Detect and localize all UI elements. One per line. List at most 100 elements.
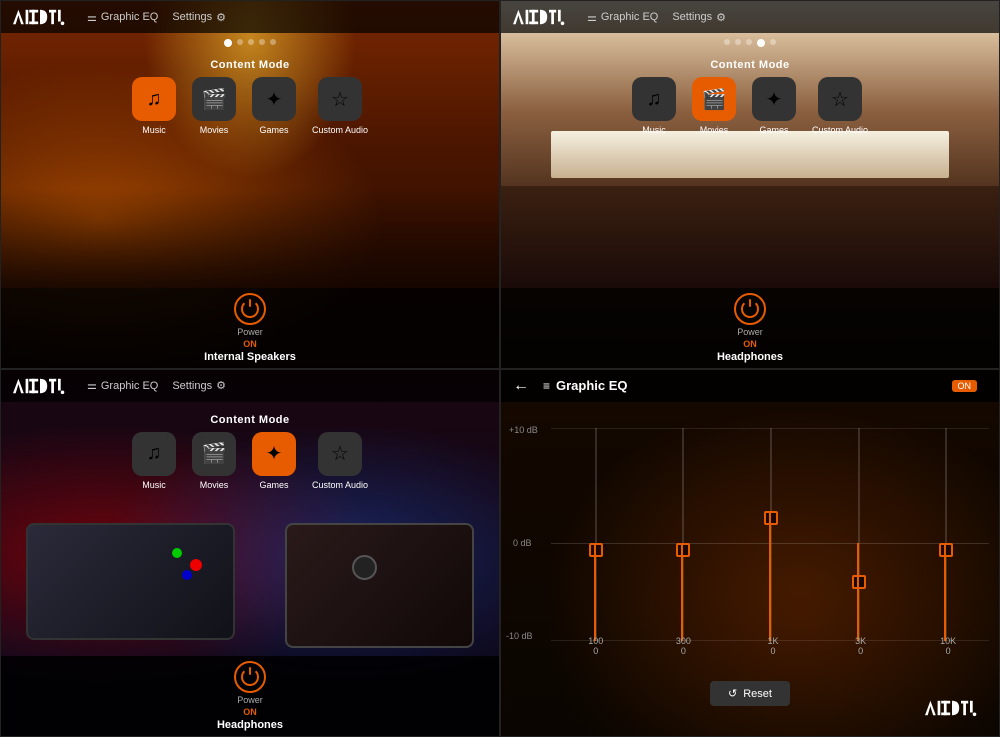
nav-dot-3[interactable]	[248, 39, 254, 45]
eq-freq-label-3k: 3K	[850, 636, 872, 646]
mode-btn-games-1[interactable]: ✦ Games	[252, 77, 296, 135]
eq-bars-icon-movies: ⚌	[587, 11, 597, 24]
eq-bars-icon-games: ⚌	[87, 379, 97, 392]
panel-music: ⚌ Graphic EQ Settings ⚙ Content Mode ♫ M…	[0, 0, 500, 369]
panel-eq: ← ≡ Graphic EQ ON +10 dB 0 dB -10 dB 100…	[500, 369, 1000, 737]
device-label-games: Headphones	[217, 719, 283, 731]
mode-btn-music-2[interactable]: ♫ Music	[632, 77, 676, 135]
reset-label: Reset	[743, 688, 772, 700]
graphic-eq-nav-movies[interactable]: ⚌ Graphic EQ	[587, 11, 658, 24]
mode-label-movies-active: Movies	[700, 125, 729, 135]
mode-label-music-3: Music	[142, 480, 166, 490]
eq-handle-1k[interactable]	[764, 511, 778, 525]
nav-dot-m4[interactable]	[757, 39, 765, 47]
nav-dot-5[interactable]	[270, 39, 276, 45]
mode-icon-music-3: ♫	[132, 432, 176, 476]
mode-label-movies-3: Movies	[200, 480, 229, 490]
header-nav-music: ⚌ Graphic EQ Settings ⚙	[87, 11, 226, 24]
mode-label-games-1: Games	[259, 125, 288, 135]
nav-dot-m5[interactable]	[770, 39, 776, 45]
controller-right	[285, 523, 474, 648]
dts-logo-eq	[925, 699, 979, 722]
eq-handle-3k[interactable]	[852, 575, 866, 589]
settings-nav-movies[interactable]: Settings ⚙	[672, 11, 726, 24]
mode-icon-movies-3: 🎬	[192, 432, 236, 476]
content-mode-label-games: Content Mode	[210, 414, 289, 426]
mode-label-custom-3: Custom Audio	[312, 480, 368, 490]
panel-movies-header: ⚌ Graphic EQ Settings ⚙	[501, 1, 999, 33]
power-button-games[interactable]	[234, 661, 266, 693]
power-label-movies: Power	[737, 327, 763, 337]
settings-icon-movies: ⚙	[716, 11, 726, 24]
back-button-eq[interactable]: ←	[513, 377, 529, 395]
nav-dot-1[interactable]	[224, 39, 232, 47]
mode-btn-movies-1[interactable]: 🎬 Movies	[192, 77, 236, 135]
header-nav-movies: ⚌ Graphic EQ Settings ⚙	[587, 11, 726, 24]
btn-green	[172, 548, 182, 558]
nav-dot-2[interactable]	[237, 39, 243, 45]
mode-label-custom-2: Custom Audio	[812, 125, 868, 135]
mode-label-games-2: Games	[759, 125, 788, 135]
mode-btn-games-2[interactable]: ✦ Games	[752, 77, 796, 135]
eq-fill-3	[769, 511, 771, 641]
settings-nav-games[interactable]: Settings ⚙	[172, 379, 226, 392]
eq-handle-10k[interactable]	[939, 543, 953, 557]
header-nav-games: ⚌ Graphic EQ Settings ⚙	[87, 379, 226, 392]
dts-logo-music	[13, 8, 67, 26]
eq-fill-4a	[857, 543, 859, 641]
nav-dot-4[interactable]	[259, 39, 265, 45]
mode-icon-custom-3: ☆	[318, 432, 362, 476]
eq-fill-2	[681, 543, 683, 641]
nav-dot-m2[interactable]	[735, 39, 741, 45]
panel-music-header: ⚌ Graphic EQ Settings ⚙	[1, 1, 499, 33]
mode-btn-games-active[interactable]: ✦ Games	[252, 432, 296, 490]
eq-freq-label-1k: 1K	[762, 636, 784, 646]
mode-btn-custom-3[interactable]: ☆ Custom Audio	[312, 432, 368, 490]
power-section-movies: Power ON	[734, 293, 766, 349]
eq-title: ≡ Graphic EQ	[543, 378, 628, 393]
dts-logo-icon	[13, 8, 67, 26]
eq-fill-5	[944, 543, 946, 641]
mode-buttons-movies: ♫ Music 🎬 Movies ✦ Games ☆ Custom Audio	[632, 77, 868, 135]
eq-freq-3k: 3K 0	[850, 636, 872, 656]
mode-btn-movies-3[interactable]: 🎬 Movies	[192, 432, 236, 490]
settings-icon-games: ⚙	[216, 379, 226, 392]
graphic-eq-nav-music[interactable]: ⚌ Graphic EQ	[87, 11, 158, 24]
mode-icon-games-2: ✦	[752, 77, 796, 121]
device-label-movies: Headphones	[717, 351, 783, 363]
game-visual	[1, 500, 499, 657]
power-button-music[interactable]	[234, 293, 266, 325]
mode-btn-music-active[interactable]: ♫ Music	[132, 77, 176, 135]
mode-icon-movies-1: 🎬	[192, 77, 236, 121]
mode-btn-music-3[interactable]: ♫ Music	[132, 432, 176, 490]
eq-freq-300: 300 0	[672, 636, 694, 656]
eq-handle-100[interactable]	[589, 543, 603, 557]
mode-btn-custom-1[interactable]: ☆ Custom Audio	[312, 77, 368, 135]
reset-button[interactable]: ↺ Reset	[710, 681, 790, 706]
theater-seats	[501, 186, 999, 288]
graphic-eq-nav-games[interactable]: ⚌ Graphic EQ	[87, 379, 158, 392]
panel-games: ⚌ Graphic EQ Settings ⚙ Content Mode ♫ M…	[0, 369, 500, 737]
power-section-games: Power ON	[234, 661, 266, 717]
mode-label-music: Music	[142, 125, 166, 135]
mode-label-movies-1: Movies	[200, 125, 229, 135]
power-section-music: Power ON	[234, 293, 266, 349]
eq-label-0: 0 dB	[513, 538, 532, 548]
eq-freq-label-300: 300	[672, 636, 694, 646]
power-button-movies[interactable]	[734, 293, 766, 325]
mode-btn-custom-2[interactable]: ☆ Custom Audio	[812, 77, 868, 135]
dts-logo-icon-eq	[925, 699, 979, 717]
btn-red	[190, 559, 202, 571]
settings-nav-music[interactable]: Settings ⚙	[172, 11, 226, 24]
device-label-music: Internal Speakers	[204, 351, 296, 363]
eq-on-toggle[interactable]: ON	[952, 380, 978, 392]
eq-freq-1k: 1K 0	[762, 636, 784, 656]
nav-dot-m3[interactable]	[746, 39, 752, 45]
eq-bars-icon: ⚌	[87, 11, 97, 24]
eq-handle-300[interactable]	[676, 543, 690, 557]
nav-dot-m1[interactable]	[724, 39, 730, 45]
theater-visual	[501, 131, 999, 288]
bottom-bar-games: Power ON Headphones	[1, 656, 499, 736]
eq-fill-1	[594, 543, 596, 641]
mode-btn-movies-active[interactable]: 🎬 Movies	[692, 77, 736, 135]
